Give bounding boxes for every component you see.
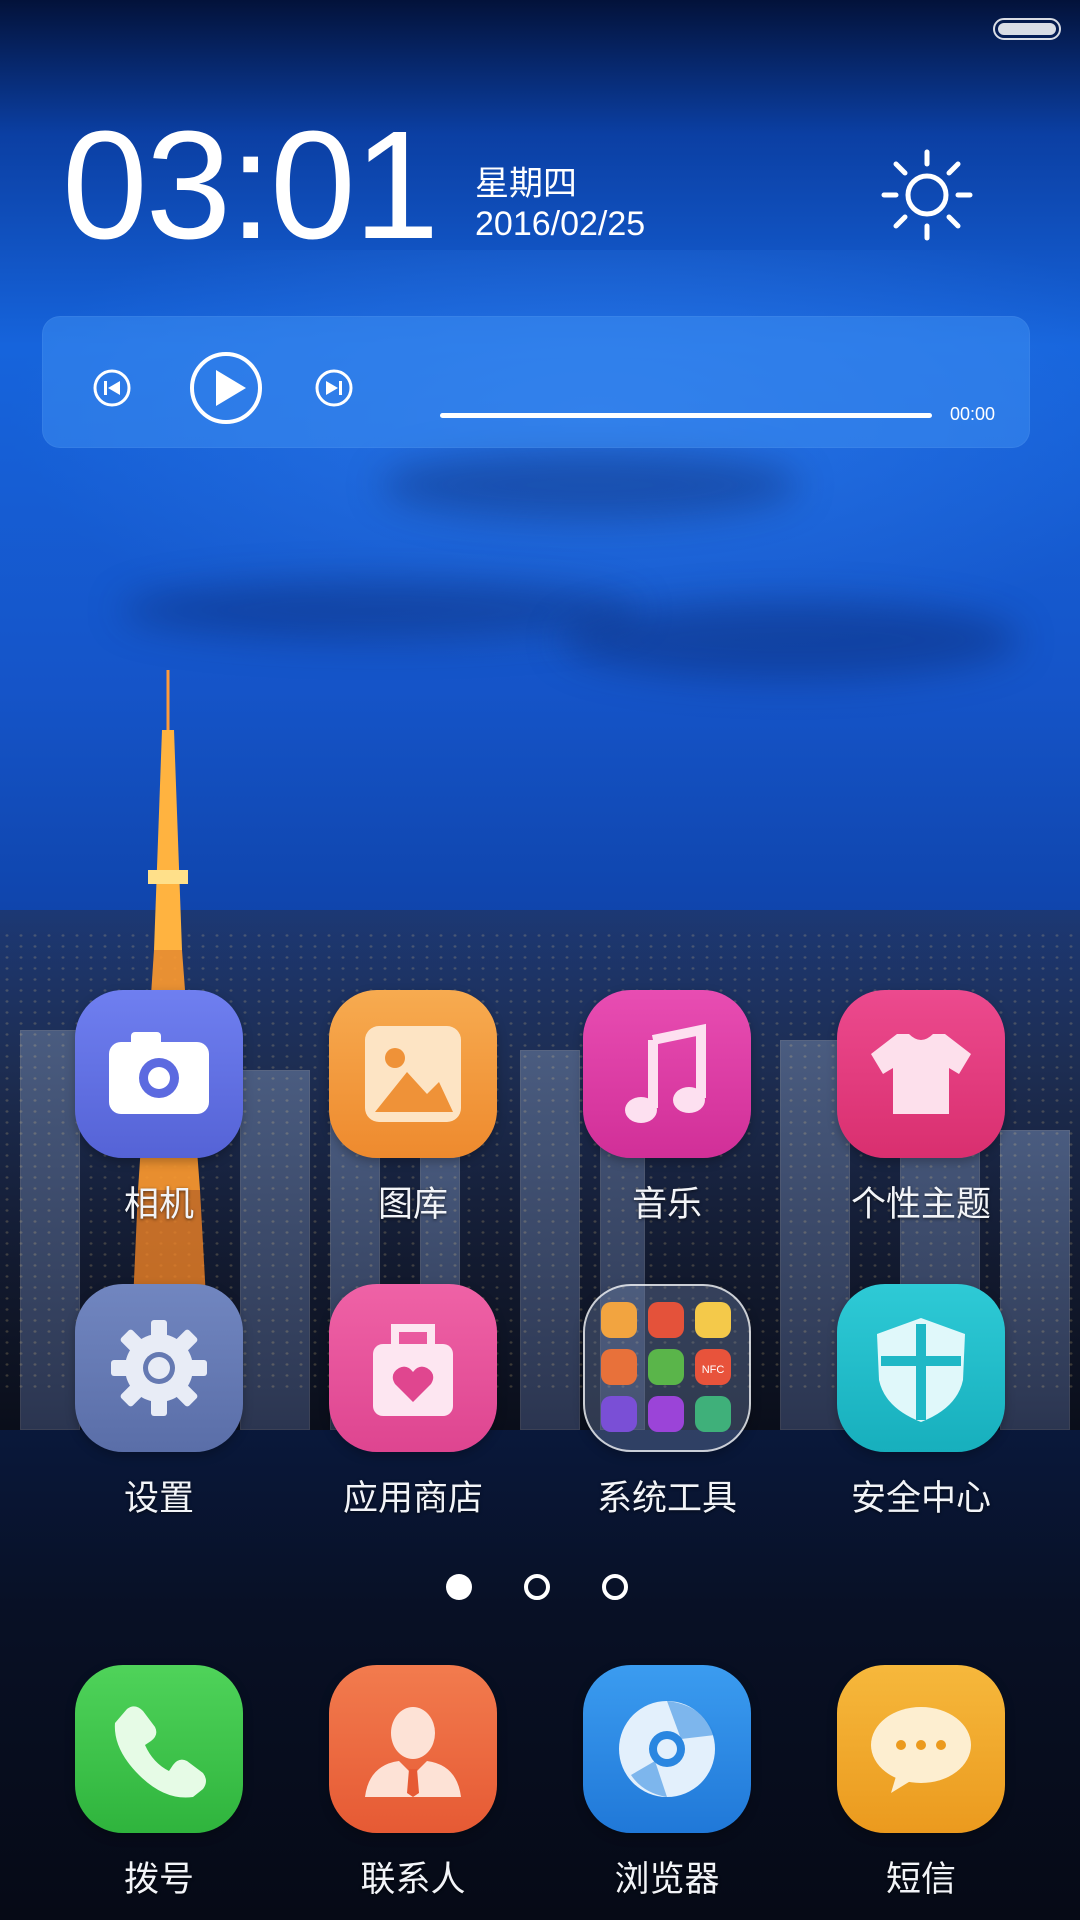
app-label: 系统工具 [596,1479,737,1519]
app-label: 联系人 [360,1860,466,1900]
wallpaper-cloud [380,450,800,520]
app-label: 设置 [123,1479,194,1519]
folder-icon: NFC [583,1284,751,1452]
app-store[interactable]: 应用商店 [313,1284,513,1521]
app-camera[interactable]: 相机 [59,990,259,1227]
gear-icon [75,1284,243,1452]
clock-time[interactable]: 03:01 [62,108,439,262]
contact-icon [329,1665,497,1833]
music-player-widget: 00:00 [42,316,1030,448]
dock-contacts[interactable]: 联系人 [313,1665,513,1902]
play-icon[interactable] [188,350,264,426]
app-folder-system-tools[interactable]: NFC 系统工具 [567,1284,767,1521]
app-music[interactable]: 音乐 [567,990,767,1227]
app-themes[interactable]: 个性主题 [821,990,1021,1227]
clock-weekday: 星期四 [475,164,577,204]
shopping-bag-icon [329,1284,497,1452]
app-label: 拨号 [123,1860,194,1900]
playback-time: 00:00 [950,404,996,424]
app-label: 应用商店 [342,1479,483,1519]
folder-mini-app-icon [601,1349,637,1385]
clock-date: 2016/02/25 [475,205,646,243]
sun-icon[interactable] [880,148,974,242]
folder-mini-app-icon [601,1396,637,1432]
dock-phone[interactable]: 拨号 [59,1665,259,1902]
next-track-icon[interactable] [314,368,354,408]
phone-icon [75,1665,243,1833]
app-label: 短信 [885,1860,956,1900]
app-label: 个性主题 [850,1185,991,1225]
folder-mini-app-icon [648,1396,684,1432]
page-dot[interactable] [524,1574,550,1600]
app-label: 安全中心 [850,1479,991,1519]
app-label: 音乐 [631,1185,702,1225]
wallpaper-cloud [560,600,1020,680]
folder-mini-app-icon [648,1349,684,1385]
music-note-icon [583,990,751,1158]
dock-messages[interactable]: 短信 [821,1665,1021,1902]
app-security-center[interactable]: 安全中心 [821,1284,1021,1521]
app-label: 相机 [123,1185,194,1225]
page-dot-active[interactable] [446,1574,472,1600]
folder-mini-app-icon [695,1396,731,1432]
playback-progress-bar[interactable] [440,413,932,418]
app-gallery[interactable]: 图库 [313,990,513,1227]
folder-mini-app-icon [648,1302,684,1338]
folder-mini-app-icon [601,1302,637,1338]
shield-icon [837,1284,1005,1452]
dock-browser[interactable]: 浏览器 [567,1665,767,1902]
folder-mini-app-icon [695,1302,731,1338]
app-label: 图库 [377,1185,448,1225]
wallpaper-cloud [120,580,640,640]
message-icon [837,1665,1005,1833]
browser-icon [583,1665,751,1833]
nfc-label: NFC [702,1364,725,1376]
battery-icon [993,18,1061,40]
page-dot[interactable] [602,1574,628,1600]
camera-icon [75,990,243,1158]
previous-track-icon[interactable] [92,368,132,408]
app-settings[interactable]: 设置 [59,1284,259,1521]
gallery-icon [329,990,497,1158]
app-label: 浏览器 [614,1860,720,1900]
tshirt-icon [837,990,1005,1158]
